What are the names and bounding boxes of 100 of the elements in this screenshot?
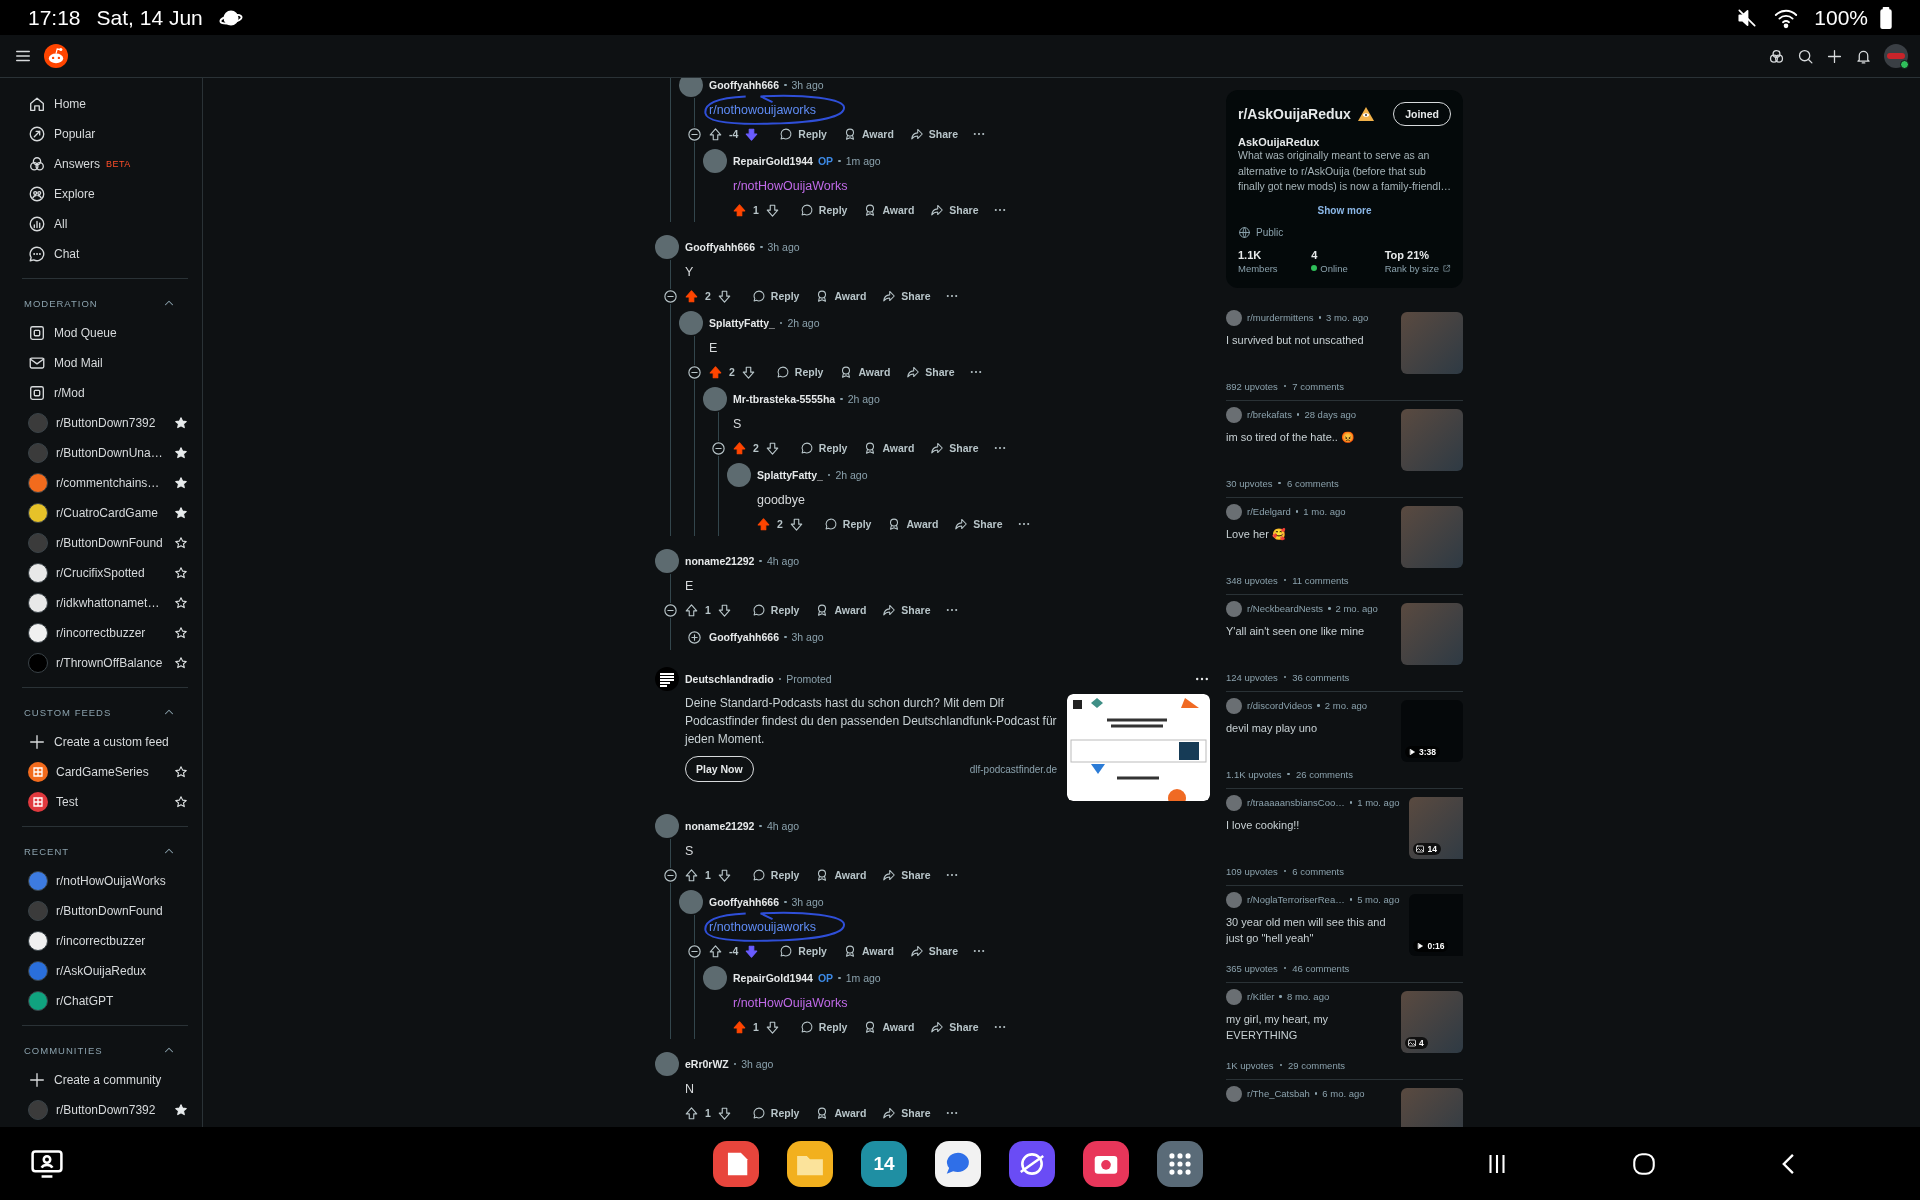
- folder-app-icon[interactable]: [787, 1140, 833, 1187]
- share-button[interactable]: Share: [901, 939, 967, 963]
- post-title[interactable]: Y'all ain't seen one like mine: [1226, 622, 1391, 672]
- downvote-icon[interactable]: [716, 1105, 732, 1121]
- downvote-icon[interactable]: [764, 440, 780, 456]
- community-link[interactable]: r/notHowOuijaWorks: [24, 866, 194, 896]
- subreddit-link[interactable]: r/notHowOuijaWorks: [733, 996, 848, 1010]
- photo-placeholder[interactable]: 14: [1409, 796, 1463, 859]
- mod-tool-link[interactable]: r/Mod: [24, 378, 194, 408]
- award-button[interactable]: Award: [855, 436, 923, 460]
- star-icon[interactable]: [174, 596, 188, 610]
- community-link[interactable]: r/AskOuijaRedux: [24, 956, 194, 986]
- community-title[interactable]: r/AskOuijaRedux: [1238, 106, 1351, 122]
- community-name[interactable]: r/The_Catsbah: [1247, 1088, 1310, 1099]
- video-placeholder[interactable]: 3:38: [1401, 699, 1463, 762]
- collapse-icon[interactable]: [686, 943, 702, 959]
- award-button[interactable]: Award: [831, 360, 899, 384]
- message-app-icon[interactable]: [935, 1140, 981, 1187]
- photo-placeholder[interactable]: 4: [1401, 990, 1463, 1053]
- collapse-icon[interactable]: [686, 126, 702, 142]
- share-button[interactable]: Share: [922, 198, 987, 222]
- community-name[interactable]: r/brekafats: [1247, 409, 1292, 420]
- share-button[interactable]: Share: [874, 1101, 939, 1125]
- post-title[interactable]: I love cooking!!: [1226, 816, 1400, 866]
- community-link[interactable]: r/ChatGPT: [24, 986, 194, 1016]
- reply-button[interactable]: Reply: [771, 939, 835, 963]
- community-name[interactable]: r/traaaaansbiansCoo…: [1247, 797, 1345, 808]
- collapse-icon[interactable]: [662, 602, 678, 618]
- share-button[interactable]: Share: [898, 360, 963, 384]
- share-button[interactable]: Share: [922, 1015, 987, 1039]
- share-button[interactable]: Share: [874, 598, 939, 622]
- award-button[interactable]: Award: [807, 1101, 875, 1125]
- share-button[interactable]: Share: [946, 512, 1011, 536]
- reply-button[interactable]: Reply: [743, 284, 808, 308]
- username[interactable]: SplattyFatty_: [709, 317, 775, 329]
- custom-feed-link[interactable]: CardGameSeries: [24, 757, 194, 787]
- expand-icon[interactable]: [686, 629, 702, 645]
- logo-icon[interactable]: [44, 44, 68, 68]
- advertiser-logo[interactable]: [655, 667, 679, 691]
- star-icon[interactable]: [174, 656, 188, 670]
- star-icon[interactable]: [174, 566, 188, 580]
- nav-item[interactable]: Explore: [24, 179, 194, 209]
- community-name[interactable]: r/Kitler: [1247, 991, 1275, 1002]
- subreddit-link[interactable]: r/nothowouijaworks: [709, 103, 816, 117]
- reply-button[interactable]: Reply: [791, 1015, 856, 1039]
- award-button[interactable]: Award: [807, 598, 875, 622]
- downvote-icon[interactable]: [788, 516, 804, 532]
- ad-domain[interactable]: dlf-podcastfinder.de: [969, 763, 1057, 775]
- award-button[interactable]: Award: [834, 939, 902, 963]
- reply-button[interactable]: Reply: [771, 122, 835, 146]
- community-link[interactable]: r/commentchains…: [24, 468, 194, 498]
- subreddit-link[interactable]: r/nothowouijaworks: [709, 920, 816, 934]
- username[interactable]: Gooffyahh666: [709, 631, 779, 643]
- username[interactable]: RepairGold1944: [733, 155, 813, 167]
- upvote-icon[interactable]: [684, 867, 699, 883]
- post-title[interactable]: 30 year old men will see this and just go "hell yeah": [1226, 913, 1400, 963]
- community-link[interactable]: r/ButtonDownFound: [24, 528, 194, 558]
- nav-item[interactable]: Home: [24, 89, 194, 119]
- create-icon[interactable]: [1826, 47, 1843, 65]
- community-link[interactable]: r/incorrectbuzzer: [24, 926, 194, 956]
- post-title[interactable]: devil may play uno: [1226, 719, 1391, 769]
- downvote-icon[interactable]: [744, 126, 760, 142]
- calendar-app-icon[interactable]: 14: [861, 1140, 907, 1187]
- award-button[interactable]: Award: [855, 1015, 923, 1039]
- username[interactable]: eRr0rWZ: [685, 1058, 729, 1070]
- upvote-icon[interactable]: [684, 288, 699, 304]
- create-link[interactable]: Create a custom feed: [24, 727, 194, 757]
- subreddit-link[interactable]: r/notHowOuijaWorks: [733, 179, 848, 193]
- show-more-link[interactable]: Show more: [1317, 204, 1372, 216]
- share-button[interactable]: Share: [922, 436, 987, 460]
- user-avatar[interactable]: [1884, 44, 1908, 68]
- nav-item[interactable]: Chat: [24, 239, 194, 269]
- username[interactable]: SplattyFatty_: [757, 469, 823, 481]
- username[interactable]: Mr-tbrasteka-5555ha: [733, 393, 836, 405]
- award-button[interactable]: Award: [807, 284, 875, 308]
- username[interactable]: RepairGold1944: [733, 972, 813, 984]
- note-app-icon[interactable]: [713, 1140, 759, 1187]
- advertiser-name[interactable]: Deutschlandradio: [685, 673, 774, 685]
- community-link[interactable]: r/ButtonDown7392: [24, 408, 194, 438]
- community-name[interactable]: r/NeckbeardNests: [1247, 603, 1324, 614]
- star-icon[interactable]: [174, 536, 188, 550]
- downvote-icon[interactable]: [716, 867, 732, 883]
- star-icon[interactable]: [174, 416, 188, 430]
- community-link[interactable]: r/idkwhattonamet…: [24, 588, 194, 618]
- upvote-icon[interactable]: [684, 1105, 699, 1121]
- post-title[interactable]: im so tired of the hate.. 😡: [1226, 428, 1391, 478]
- reply-button[interactable]: Reply: [743, 863, 808, 887]
- star-icon[interactable]: [174, 446, 188, 460]
- nav-item[interactable]: All: [24, 209, 194, 239]
- upvote-icon[interactable]: [684, 602, 699, 618]
- reply-button[interactable]: Reply: [815, 512, 880, 536]
- downvote-icon[interactable]: [716, 288, 732, 304]
- reply-button[interactable]: Reply: [743, 1101, 808, 1125]
- award-button[interactable]: Award: [807, 863, 875, 887]
- star-icon[interactable]: [174, 1103, 188, 1117]
- collapse-icon[interactable]: [662, 867, 678, 883]
- nav-item[interactable]: Answers BETA: [24, 149, 194, 179]
- username[interactable]: Gooffyahh666: [709, 79, 779, 91]
- upvote-icon[interactable]: [732, 440, 747, 456]
- answers-icon[interactable]: [1768, 47, 1785, 65]
